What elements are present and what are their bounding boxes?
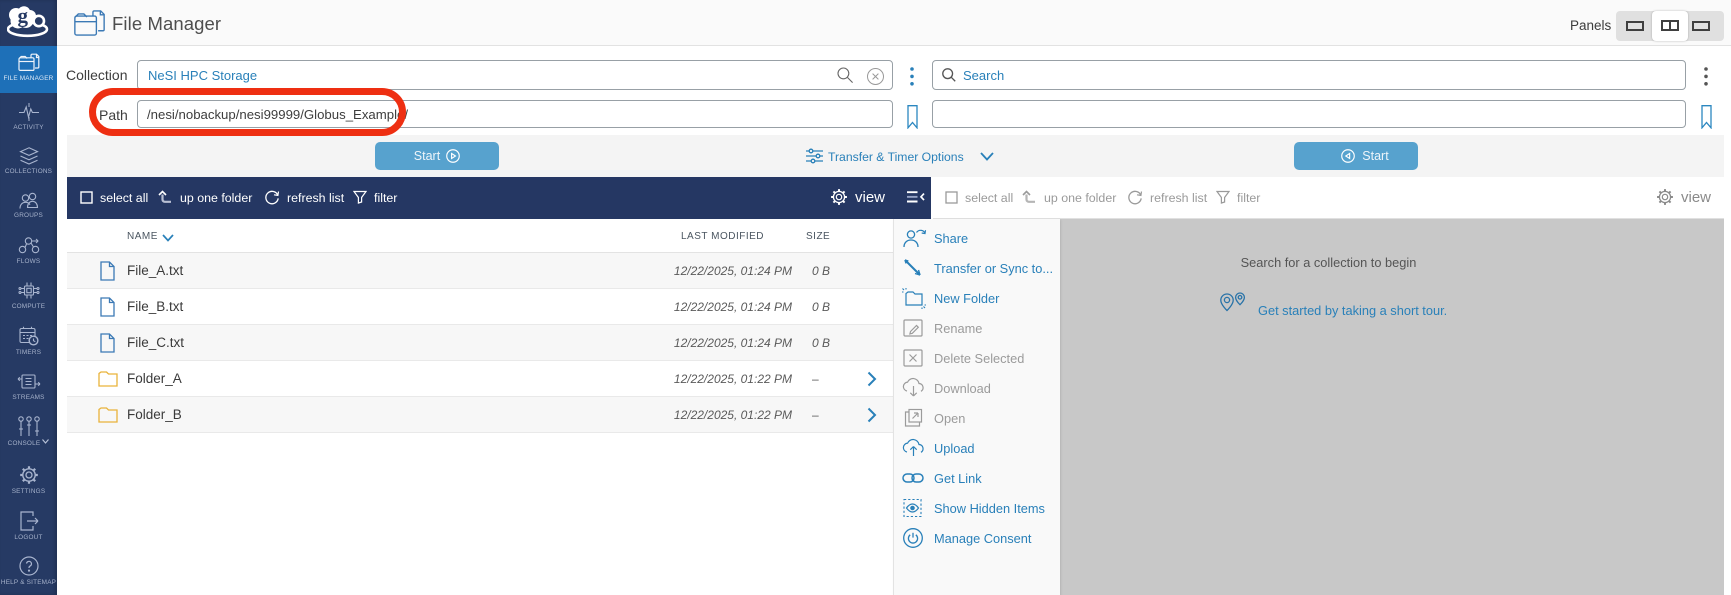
svg-text:g: g [18, 6, 29, 28]
